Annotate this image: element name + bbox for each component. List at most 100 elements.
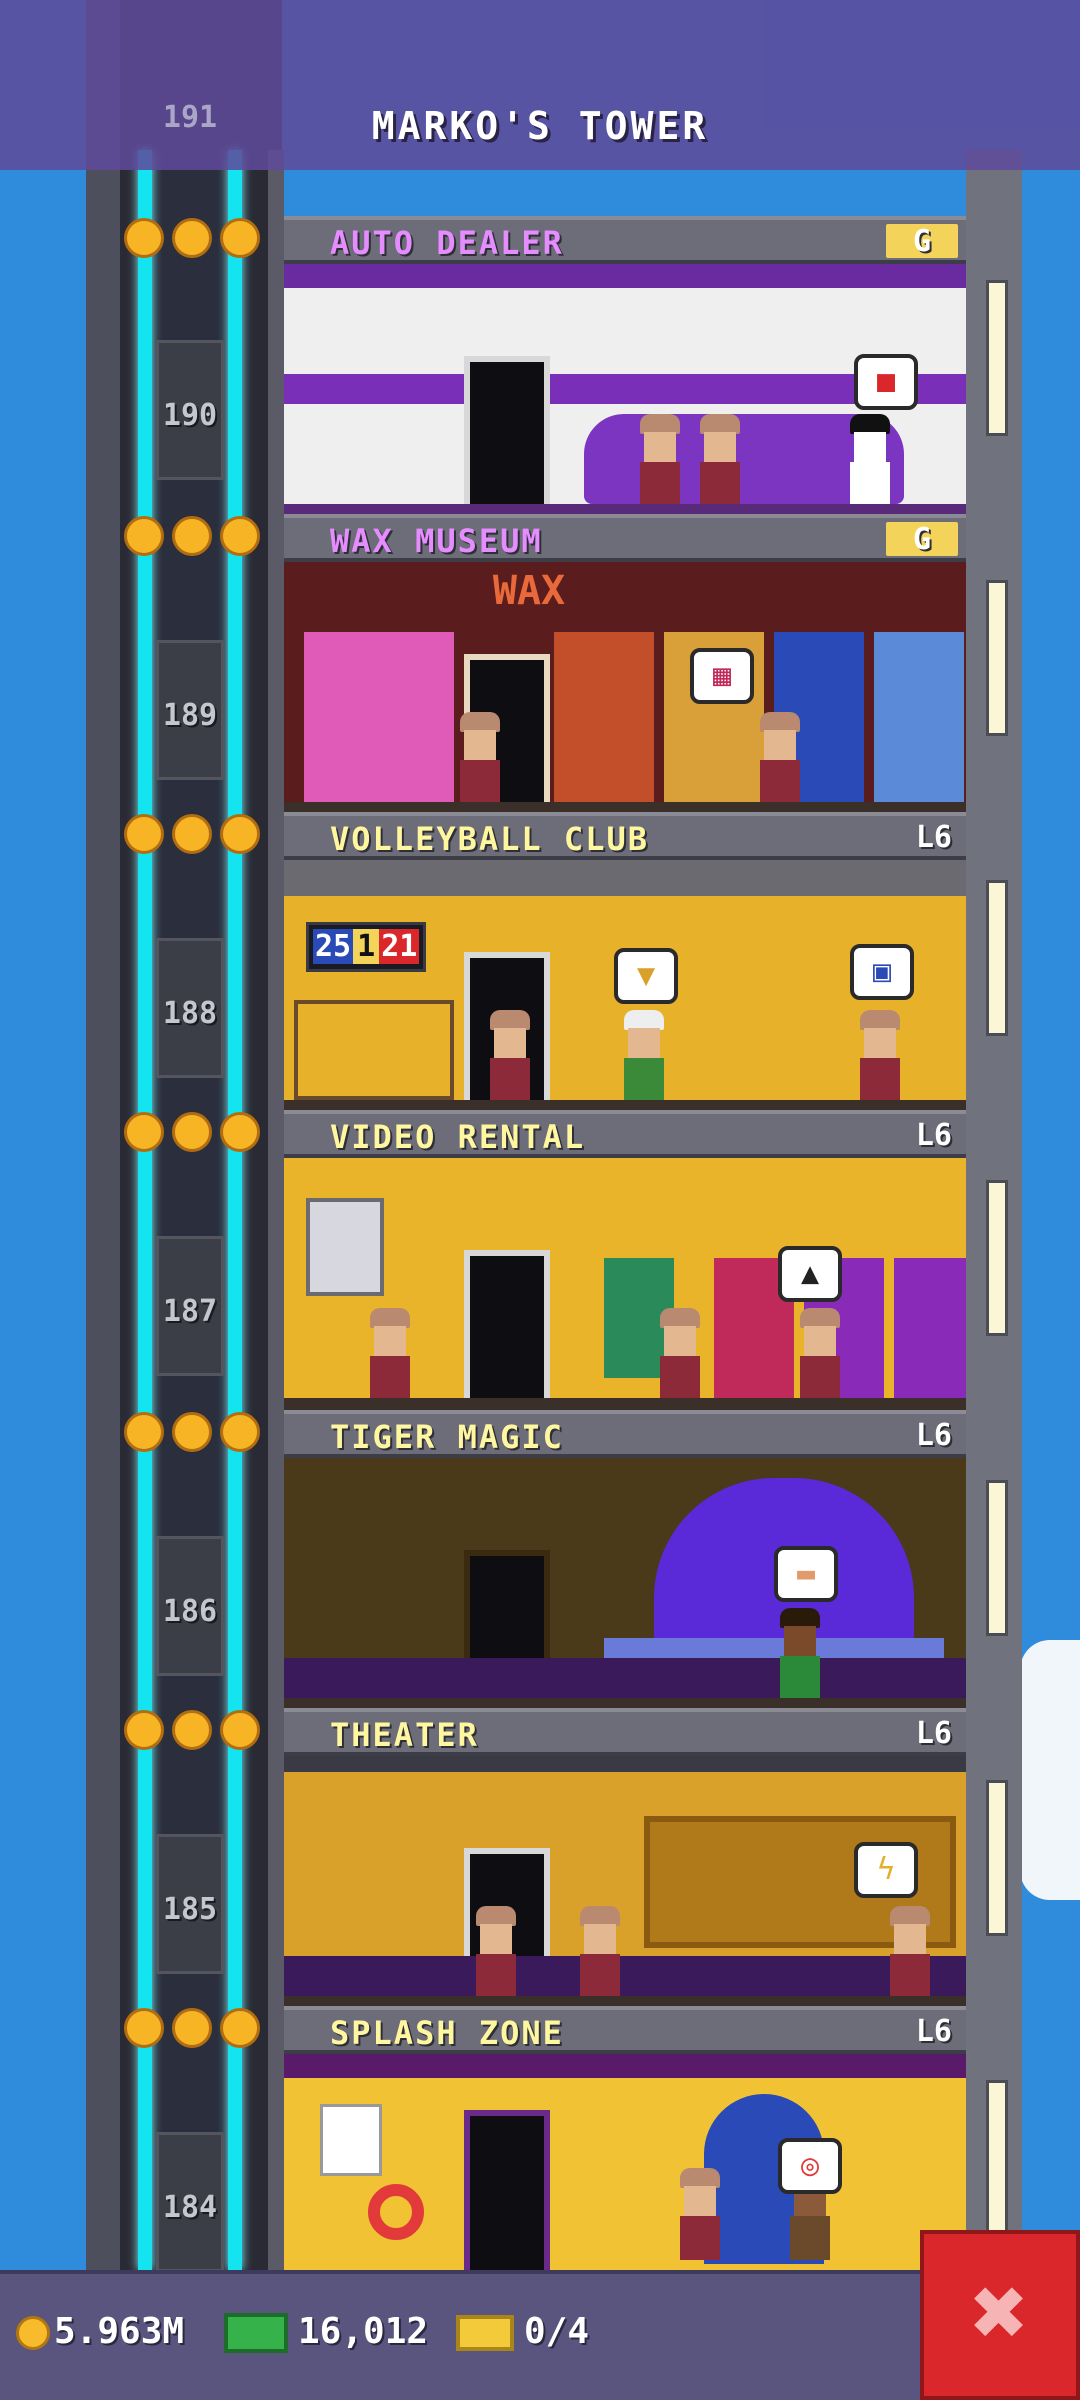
floor-name: VOLLEYBALL CLUB <box>330 820 649 858</box>
request-bubble[interactable]: ▦ <box>690 648 754 704</box>
floor-room-wax-museum[interactable]: WAX ▦ <box>284 562 966 814</box>
coins-stat[interactable]: 5.963M <box>16 2302 184 2362</box>
request-bubble[interactable]: ϟ <box>854 1842 918 1898</box>
star-icon <box>220 1710 260 1750</box>
life-ring-icon: ◎ <box>800 2148 820 2183</box>
floor-number: 190 <box>162 398 218 433</box>
floor-label-bar[interactable]: SPLASH ZONE L6 <box>284 2006 966 2054</box>
bux-stat[interactable]: 16,012 <box>224 2302 428 2362</box>
cloud <box>1020 1640 1080 1900</box>
snowman-customer[interactable] <box>844 414 896 506</box>
floor-name: SPLASH ZONE <box>330 2014 564 2052</box>
request-bubble[interactable]: ◎ <box>778 2138 842 2194</box>
star-icon <box>220 516 260 556</box>
star-icon <box>220 1112 260 1152</box>
request-bubble[interactable]: ▬ <box>774 1546 838 1602</box>
elevator-rail-left <box>138 150 152 2270</box>
car-icon: ■ <box>876 364 896 399</box>
close-button[interactable]: ✖ <box>920 2230 1080 2400</box>
floor-label-bar[interactable]: WAX MUSEUM G <box>284 514 966 562</box>
floor-number: 189 <box>162 698 218 733</box>
tower-bux-icon <box>224 2313 288 2353</box>
customer[interactable] <box>634 414 686 506</box>
star-icon <box>124 2008 164 2048</box>
notice-sign <box>320 2104 382 2176</box>
floor-room-theater[interactable]: ϟ <box>284 1756 966 2008</box>
film-icon: ▦ <box>712 658 732 693</box>
customer[interactable] <box>754 712 806 804</box>
floor-label-bar[interactable]: TIGER MAGIC L6 <box>284 1410 966 1458</box>
floor-name: WAX MUSEUM <box>330 522 543 560</box>
bandage-icon: ▬ <box>796 1556 816 1591</box>
coin-icon <box>16 2316 50 2350</box>
star-icon <box>124 218 164 258</box>
customer[interactable] <box>364 1308 416 1400</box>
star-icon <box>124 814 164 854</box>
request-bubble[interactable]: ▣ <box>850 944 914 1000</box>
floor-badge: G <box>886 224 958 259</box>
star-icon <box>172 1112 212 1152</box>
tickets-value: 0/4 <box>524 2311 590 2352</box>
request-bubble[interactable]: ▲ <box>778 1246 842 1302</box>
floor-room-tiger-magic[interactable]: ▬ <box>284 1458 966 1710</box>
close-icon: ✖ <box>971 2256 1029 2368</box>
floor-level: L6 <box>915 820 952 855</box>
floor-label-bar[interactable]: VIDEO RENTAL L6 <box>284 1110 966 1158</box>
customer[interactable] <box>454 712 506 804</box>
floor-level: L6 <box>915 1418 952 1453</box>
customer[interactable] <box>794 1308 846 1400</box>
room-door <box>464 1250 550 1410</box>
wax-sign: WAX <box>492 568 566 614</box>
floor-name: AUTO DEALER <box>330 224 564 262</box>
request-bubble[interactable]: ▼ <box>614 948 678 1004</box>
wall-light <box>986 2080 1008 2236</box>
top-header: 191 MARKO'S TOWER <box>0 0 1080 170</box>
floor-label-bar[interactable]: AUTO DEALER G <box>284 216 966 264</box>
star-icon <box>124 1710 164 1750</box>
lightning-icon: ϟ <box>876 1852 896 1887</box>
floor-number: 185 <box>162 1892 218 1927</box>
customer[interactable] <box>674 2168 726 2260</box>
floor-room-volleyball-club[interactable]: 25 1 21 ▼ ▣ <box>284 860 966 1112</box>
floor-name: TIGER MAGIC <box>330 1418 564 1456</box>
customer[interactable] <box>774 1608 826 1700</box>
wax-figure-booth <box>554 632 654 802</box>
floor-room-splash-zone[interactable]: ◎ <box>284 2054 966 2270</box>
floor-room-video-rental[interactable]: ▲ <box>284 1158 966 1410</box>
floor-name: VIDEO RENTAL <box>330 1118 586 1156</box>
life-ring <box>368 2184 424 2240</box>
floor-number: 186 <box>162 1594 218 1629</box>
floor-label-bar[interactable]: THEATER L6 <box>284 1708 966 1756</box>
customer[interactable] <box>618 1010 670 1102</box>
ball-rack <box>294 1000 454 1100</box>
wall-light <box>986 280 1008 436</box>
wall-light <box>986 880 1008 1036</box>
floor-label-bar[interactable]: VOLLEYBALL CLUB L6 <box>284 812 966 860</box>
tower-title[interactable]: MARKO'S TOWER <box>0 104 1080 148</box>
ticket-icon <box>456 2315 514 2351</box>
elevator-outer-strip <box>86 0 120 2270</box>
movie-poster <box>306 1198 384 1296</box>
floor-number: 187 <box>162 1294 218 1329</box>
trophy-icon: ▼ <box>636 958 656 993</box>
customer[interactable] <box>854 1010 906 1102</box>
coins-value: 5.963M <box>54 2311 185 2352</box>
car-request-bubble[interactable]: ■ <box>854 354 918 410</box>
customer[interactable] <box>694 414 746 506</box>
tower-left-wall <box>268 150 284 2270</box>
hat-icon: ▲ <box>800 1256 820 1291</box>
customer[interactable] <box>884 1906 936 1998</box>
customer[interactable] <box>654 1308 706 1400</box>
video-shelf <box>894 1258 966 1398</box>
customer[interactable] <box>470 1906 522 1998</box>
customer[interactable] <box>574 1906 626 1998</box>
star-icon <box>124 516 164 556</box>
wax-figure-booth <box>874 632 964 802</box>
star-icon <box>172 1710 212 1750</box>
floor-room-auto-dealer[interactable]: ■ <box>284 264 966 516</box>
scoreboard: 25 1 21 <box>306 922 427 972</box>
wall-light <box>986 1180 1008 1336</box>
floor-level: L6 <box>915 2014 952 2049</box>
tickets-stat[interactable]: 0/4 <box>456 2302 589 2362</box>
customer[interactable] <box>484 1010 536 1102</box>
